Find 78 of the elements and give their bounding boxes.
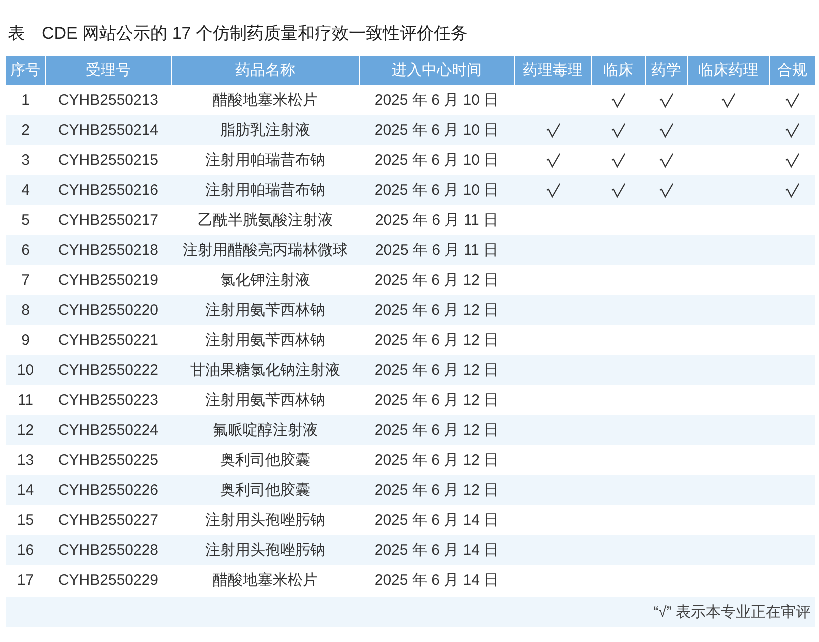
table-cell: 2025 年 6 月 12 日: [360, 385, 514, 415]
table-cell: 2025 年 6 月 14 日: [360, 535, 514, 565]
table-cell: 10: [6, 355, 46, 385]
table-cell: 注射用头孢唑肟钠: [172, 505, 360, 535]
column-header: 临床: [592, 56, 646, 85]
table-cell: 注射用帕瑞昔布钠: [172, 145, 360, 175]
table-cell: CYHB2550225: [46, 445, 172, 475]
table-cell: 4: [6, 175, 46, 205]
footnote: “√” 表示本专业正在审评: [654, 604, 811, 620]
table-cell: 2025 年 6 月 14 日: [360, 505, 514, 535]
table-cell: 2025 年 6 月 12 日: [360, 415, 514, 445]
table-cell: CYHB2550228: [46, 535, 172, 565]
table-cell: CYHB2550226: [46, 475, 172, 505]
table-cell: 奥利司他胶囊: [172, 445, 360, 475]
table-cell: 2025 年 6 月 12 日: [360, 265, 514, 295]
column-header: 药品名称: [172, 56, 360, 85]
table-cell: 2025 年 6 月 14 日: [360, 565, 514, 595]
table-cell: 2025 年 6 月 12 日: [360, 355, 514, 385]
table-cell: CYHB2550213: [46, 85, 172, 115]
table-cell: 3: [6, 145, 46, 175]
column-header: 进入中心时间: [360, 56, 514, 85]
table-cell: 2025 年 6 月 12 日: [360, 295, 514, 325]
table-cell: 13: [6, 445, 46, 475]
table-cell: 2025 年 6 月 12 日: [360, 445, 514, 475]
table-cell: 2025 年 6 月 10 日: [360, 145, 514, 175]
table-cell: CYHB2550216: [46, 175, 172, 205]
column-header: 药理毒理: [514, 56, 592, 85]
table-cell: 2025 年 6 月 11 日: [360, 205, 514, 235]
table-cell: 14: [6, 475, 46, 505]
table-cell: CYHB2550218: [46, 235, 172, 265]
table-cell: 1: [6, 85, 46, 115]
table-cell: 醋酸地塞米松片: [172, 565, 360, 595]
table-cell: 7: [6, 265, 46, 295]
table-cell: CYHB2550214: [46, 115, 172, 145]
table-cell: 2025 年 6 月 12 日: [360, 325, 514, 355]
table-cell: 17: [6, 565, 46, 595]
table-cell: CYHB2550227: [46, 505, 172, 535]
table-cell: 注射用氨苄西林钠: [172, 295, 360, 325]
table-cell: 注射用氨苄西林钠: [172, 385, 360, 415]
table-title: 表 CDE 网站公示的 17 个仿制药质量和疗效一致性评价任务: [8, 23, 469, 45]
table-cell: 11: [6, 385, 46, 415]
table-cell: 注射用帕瑞昔布钠: [172, 175, 360, 205]
table-cell: CYHB2550221: [46, 325, 172, 355]
column-header: 受理号: [46, 56, 172, 85]
table-cell: 5: [6, 205, 46, 235]
table-cell: 2025 年 6 月 10 日: [360, 115, 514, 145]
table-cell: 6: [6, 235, 46, 265]
table-cell: CYHB2550222: [46, 355, 172, 385]
column-header: 临床药理: [688, 56, 770, 85]
table-cell: CYHB2550220: [46, 295, 172, 325]
table-cell: 2025 年 6 月 10 日: [360, 175, 514, 205]
table-cell: 氯化钾注射液: [172, 265, 360, 295]
table-cell: CYHB2550215: [46, 145, 172, 175]
table-cell: 醋酸地塞米松片: [172, 85, 360, 115]
table-cell: CYHB2550219: [46, 265, 172, 295]
column-header: 药学: [646, 56, 688, 85]
table-cell: 2: [6, 115, 46, 145]
table-cell: 注射用氨苄西林钠: [172, 325, 360, 355]
table-cell: 注射用头孢唑肟钠: [172, 535, 360, 565]
table-cell: 15: [6, 505, 46, 535]
table-cell: 乙酰半胱氨酸注射液: [172, 205, 360, 235]
table-cell: CYHB2550229: [46, 565, 172, 595]
table-cell: CYHB2550217: [46, 205, 172, 235]
table-cell: 16: [6, 535, 46, 565]
table-cell: 2025 年 6 月 12 日: [360, 475, 514, 505]
table-cell: 甘油果糖氯化钠注射液: [172, 355, 360, 385]
table-cell: 氟哌啶醇注射液: [172, 415, 360, 445]
table-cell: 奥利司他胶囊: [172, 475, 360, 505]
table-cell: 8: [6, 295, 46, 325]
table-cell: 12: [6, 415, 46, 445]
table-cell: CYHB2550223: [46, 385, 172, 415]
table-cell: 2025 年 6 月 10 日: [360, 85, 514, 115]
table-cell: 9: [6, 325, 46, 355]
column-header: 合规: [770, 56, 815, 85]
table-cell: 2025 年 6 月 11 日: [360, 235, 514, 265]
table-cell: 脂肪乳注射液: [172, 115, 360, 145]
table-cell: CYHB2550224: [46, 415, 172, 445]
table-cell: 注射用醋酸亮丙瑞林微球: [172, 235, 360, 265]
